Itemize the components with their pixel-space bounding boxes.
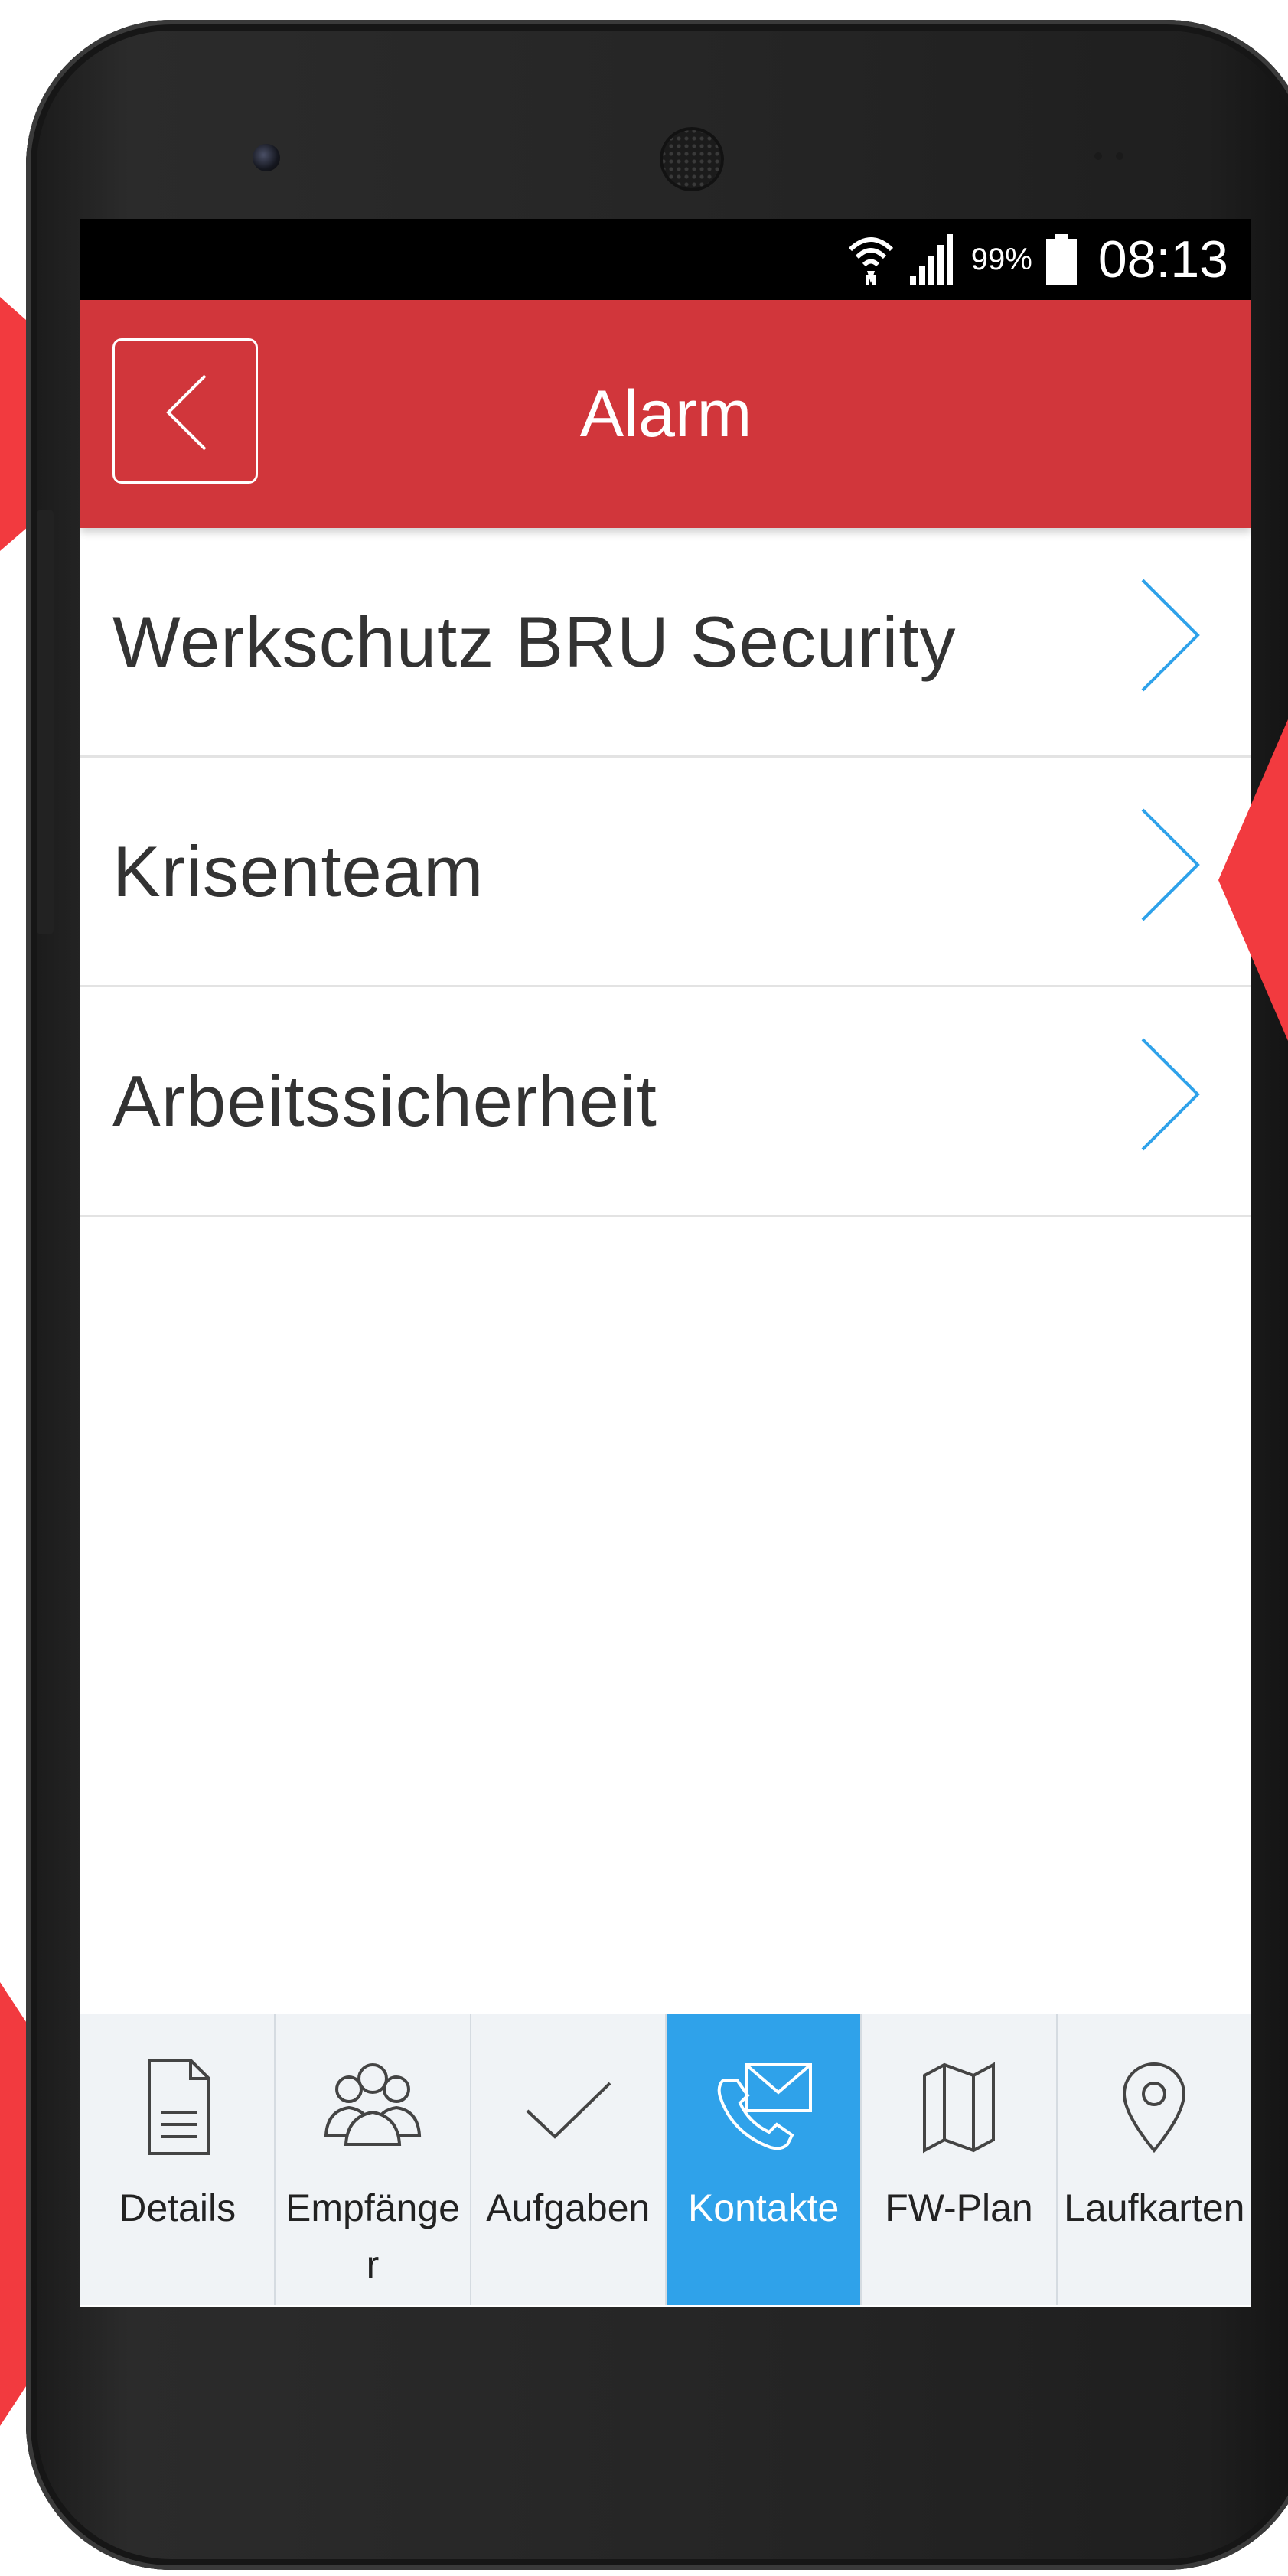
tab-label: FW-Plan [885,2186,1033,2229]
bottom-tab-bar: Details Empfänger Aufgaben Kontakte FW-P… [80,2014,1251,2305]
tab-aufgaben[interactable]: Aufgaben [471,2014,667,2305]
wifi-icon [848,237,893,285]
list-item[interactable]: Werkschutz BRU Security [80,528,1251,758]
list-item-label: Krisenteam [112,830,484,911]
tab-label: Details [119,2186,236,2229]
screen: 99% 08:13 Alarm Werkschutz BRU Security [80,219,1251,2307]
chevron-left-icon [166,374,207,451]
status-time: 08:13 [1097,230,1228,289]
status-bar: 99% 08:13 [80,219,1251,300]
tab-kontakte[interactable]: Kontakte [666,2014,862,2305]
proximity-sensors [1094,148,1140,161]
stage: 99% 08:13 Alarm Werkschutz BRU Security [0,0,1288,2576]
app-bar: Alarm [80,300,1251,528]
front-camera [253,144,280,171]
location-pin-icon [1123,2062,1186,2154]
tab-label: Empfänger [285,2186,460,2286]
battery-percent: 99% [970,242,1032,276]
signal-icon [909,234,953,285]
map-icon [922,2062,995,2154]
status-right: 99% 08:13 [847,219,1228,300]
chevron-right-icon [1141,579,1200,692]
battery-icon [1045,234,1077,285]
list-item-label: Arbeitssicherheit [112,1060,657,1141]
chevron-right-icon [1141,1038,1200,1151]
tab-label: Aufgaben [486,2186,651,2229]
checkmark-icon [526,2082,611,2139]
list-item-label: Werkschutz BRU Security [112,601,957,682]
list-item[interactable]: Krisenteam [80,758,1251,987]
tab-label: Kontakte [687,2186,840,2229]
tab-label: Laufkarten [1064,2186,1245,2229]
tab-fw-plan[interactable]: FW-Plan [862,2014,1058,2305]
phone-mail-icon [717,2063,812,2150]
tab-empfaenger[interactable]: Empfänger [276,2014,471,2305]
document-icon [147,2059,210,2155]
tab-laufkarten[interactable]: Laufkarten [1058,2014,1251,2305]
group-icon [324,2063,422,2146]
chevron-right-icon [1141,808,1200,921]
earpiece-speaker [660,127,724,191]
contact-group-list: Werkschutz BRU Security Krisenteam Arbei… [80,528,1251,1217]
tab-details[interactable]: Details [80,2014,276,2305]
list-item[interactable]: Arbeitssicherheit [80,987,1251,1217]
back-button[interactable] [112,338,258,484]
phone-side-button [37,510,54,934]
